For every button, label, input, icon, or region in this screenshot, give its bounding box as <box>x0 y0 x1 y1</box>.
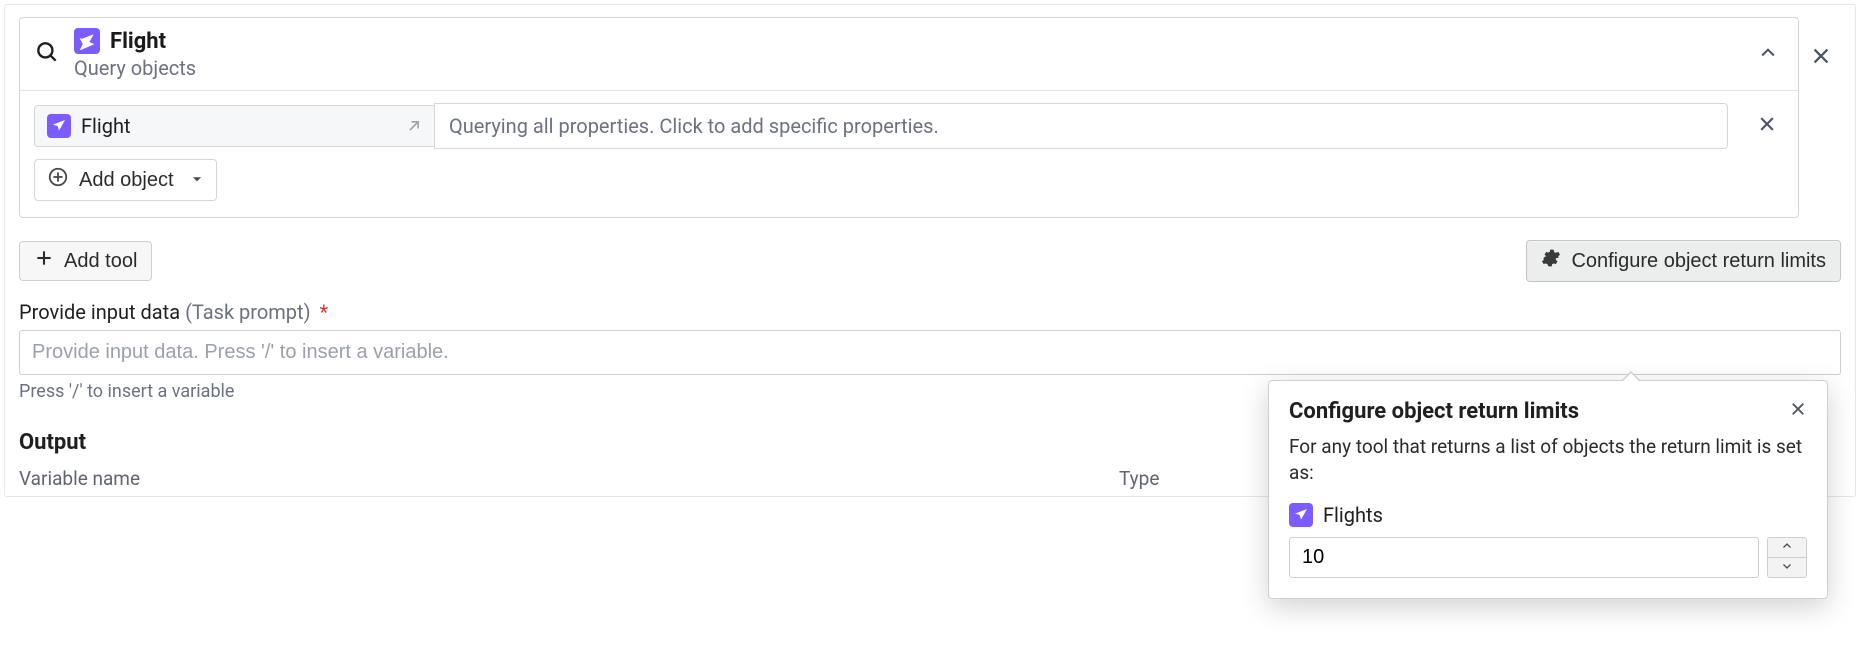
close-icon <box>1789 400 1807 423</box>
chevron-down-icon <box>1781 560 1793 575</box>
collapse-toggle[interactable] <box>1752 38 1784 70</box>
variable-name-label: Variable name <box>19 467 1079 490</box>
required-indicator: * <box>320 300 329 324</box>
airplane-icon <box>1289 503 1313 527</box>
return-limit-input[interactable] <box>1289 537 1759 578</box>
add-object-label: Add object <box>79 169 174 192</box>
tool-title-block: Flight Query objects <box>74 28 196 80</box>
task-prompt-input[interactable] <box>19 330 1841 375</box>
properties-selector[interactable]: Querying all properties. Click to add sp… <box>434 103 1728 149</box>
close-icon <box>1757 114 1777 139</box>
configure-limits-label: Configure object return limits <box>1571 250 1826 273</box>
popover-close-button[interactable] <box>1789 400 1807 423</box>
input-data-label: Provide input data (Task prompt) * <box>19 300 1841 324</box>
object-chip-label: Flight <box>81 114 131 138</box>
stepper-up-button[interactable] <box>1768 538 1806 558</box>
caret-down-icon <box>184 169 204 192</box>
query-tool-header[interactable]: Flight Query objects <box>20 18 1798 90</box>
popover-object-label: Flights <box>1323 503 1383 527</box>
plus-circle-icon <box>47 166 69 194</box>
add-tool-button[interactable]: Add tool <box>19 241 152 281</box>
tool-subtitle: Query objects <box>74 56 196 80</box>
query-tool-body: Flight Querying all properties. Click to… <box>20 90 1798 217</box>
remove-tool-button[interactable] <box>1805 41 1837 73</box>
configure-limits-button[interactable]: Configure object return limits <box>1526 240 1841 282</box>
remove-object-button[interactable] <box>1750 109 1784 143</box>
airplane-icon <box>47 114 71 138</box>
open-external-icon <box>404 116 424 136</box>
add-object-button[interactable]: Add object <box>34 159 217 201</box>
plus-icon <box>34 248 54 274</box>
popover-description: For any tool that returns a list of obje… <box>1289 434 1807 485</box>
stepper-down-button[interactable] <box>1768 558 1806 577</box>
chevron-up-icon <box>1758 43 1778 66</box>
chevron-up-icon <box>1781 540 1793 555</box>
return-limit-stepper <box>1767 537 1807 578</box>
popover-title: Configure object return limits <box>1289 399 1579 424</box>
airplane-icon <box>74 28 100 54</box>
query-tool-card: Flight Query objects <box>19 17 1799 218</box>
gear-icon <box>1541 248 1561 274</box>
object-chip-flight[interactable]: Flight <box>34 105 434 147</box>
tool-title: Flight <box>110 29 166 54</box>
add-tool-label: Add tool <box>64 250 137 273</box>
configure-limits-popover: Configure object return limits For any t… <box>1268 380 1828 599</box>
close-icon <box>1810 45 1832 70</box>
search-icon <box>34 39 60 70</box>
